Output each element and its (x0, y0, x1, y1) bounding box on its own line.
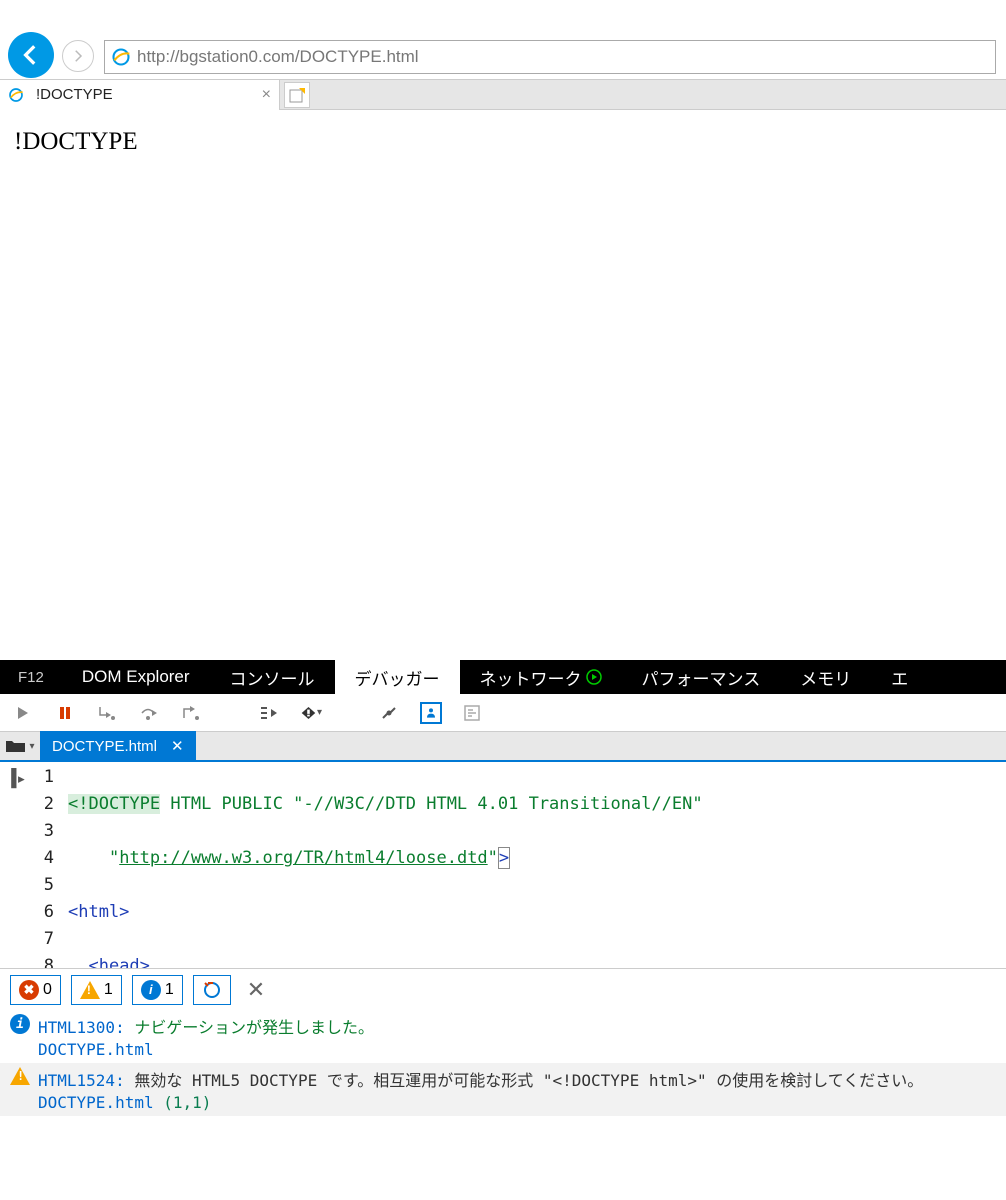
tab-debugger[interactable]: デバッガー (335, 660, 460, 694)
debugger-toolbar: ▾ (0, 694, 1006, 732)
msg-text: ナビゲーションが発生しました。 (134, 1018, 374, 1037)
new-tab-icon (288, 86, 306, 104)
arrow-right-icon (69, 47, 87, 65)
code-token: http://www.w3.org/TR/html4/loose.dtd (119, 848, 487, 868)
url-text: http://bgstation0.com/DOCTYPE.html (137, 47, 419, 67)
new-tab-button[interactable] (284, 82, 310, 108)
warnings-filter[interactable]: 1 (71, 975, 122, 1005)
f12-label: F12 (0, 660, 62, 694)
back-button[interactable] (8, 32, 54, 78)
console-message[interactable]: i HTML1300: ナビゲーションが発生しました。 DOCTYPE.html (0, 1010, 1006, 1063)
tab-performance[interactable]: パフォーマンス (622, 660, 781, 694)
warning-icon (80, 981, 100, 999)
ie-icon (8, 87, 24, 103)
exception-behavior-button[interactable]: ▾ (300, 702, 322, 724)
line-num: 4 (32, 845, 54, 872)
msg-file-line[interactable]: DOCTYPE.html (1,1) (38, 1093, 996, 1112)
breakpoint-gutter[interactable]: ▐▸ (0, 762, 32, 968)
info-icon: i (141, 980, 161, 1000)
refresh-x-icon (202, 980, 222, 1000)
devtools-panel: F12 DOM Explorer コンソール デバッガー ネットワーク パフォー… (0, 660, 1006, 1200)
msg-loc: (1,1) (163, 1093, 211, 1112)
browser-nav: http://bgstation0.com/DOCTYPE.html (0, 0, 1006, 80)
msg-file: DOCTYPE.html (38, 1093, 154, 1112)
line-num: 3 (32, 818, 54, 845)
code-token: " (109, 848, 119, 868)
code-token: <!DOCTYPE (68, 794, 160, 814)
continue-button[interactable] (12, 702, 34, 724)
code-token: <html> (68, 902, 129, 922)
tab-title: !DOCTYPE (36, 86, 113, 103)
warning-icon (10, 1067, 30, 1085)
msg-code: HTML1300: (38, 1018, 125, 1037)
console-message[interactable]: HTML1524: 無効な HTML5 DOCTYPE です。相互運用が可能な形… (0, 1063, 1006, 1116)
step-out-button[interactable] (180, 702, 202, 724)
errors-count: 0 (43, 981, 52, 999)
code-lines: <!DOCTYPE HTML PUBLIC "-//W3C//DTD HTML … (60, 762, 703, 968)
line-num: 1 (32, 764, 54, 791)
step-over-button[interactable] (138, 702, 160, 724)
msg-code: HTML1524: (38, 1071, 125, 1090)
devtools-tabs: F12 DOM Explorer コンソール デバッガー ネットワーク パフォー… (0, 660, 1006, 694)
forward-button (62, 40, 94, 72)
ie-icon (111, 47, 131, 67)
warnings-count: 1 (104, 981, 113, 999)
clear-on-navigate-button[interactable] (193, 975, 231, 1005)
tab-network-label: ネットワーク (480, 665, 582, 690)
info-icon: i (10, 1014, 30, 1034)
file-tab-label: DOCTYPE.html (52, 738, 157, 755)
line-num: 7 (32, 926, 54, 953)
msg-file[interactable]: DOCTYPE.html (38, 1040, 996, 1059)
console-messages: i HTML1300: ナビゲーションが発生しました。 DOCTYPE.html… (0, 1010, 1006, 1116)
pause-button[interactable] (54, 702, 76, 724)
tab-memory[interactable]: メモリ (780, 660, 871, 694)
errors-filter[interactable]: ✖ 0 (10, 975, 61, 1005)
code-token: " (488, 848, 498, 868)
code-token: HTML PUBLIC "-//W3C//DTD HTML 4.01 Trans… (160, 794, 702, 814)
info-count: 1 (165, 981, 174, 999)
console-filter-bar: ✖ 0 1 i 1 ✕ (0, 968, 1006, 1010)
close-tab-button[interactable]: × (262, 86, 271, 104)
url-bar[interactable]: http://bgstation0.com/DOCTYPE.html (104, 40, 996, 74)
line-num: 2 (32, 791, 54, 818)
file-tab-close[interactable]: ✕ (171, 737, 184, 755)
file-tabs: ▾ DOCTYPE.html ✕ (0, 732, 1006, 762)
code-token: > (498, 847, 510, 869)
tab-dom-explorer[interactable]: DOM Explorer (62, 660, 210, 694)
folder-icon (5, 738, 27, 754)
tab-more[interactable]: エ (871, 660, 928, 694)
browser-tab[interactable]: !DOCTYPE × (0, 80, 280, 110)
msg-text: 無効な HTML5 DOCTYPE です。相互運用が可能な形式 "<!DOCTY… (134, 1071, 923, 1090)
page-heading: !DOCTYPE (14, 128, 138, 155)
line-num: 6 (32, 899, 54, 926)
line-num: 5 (32, 872, 54, 899)
arrow-left-icon (18, 42, 44, 68)
file-tab-active[interactable]: DOCTYPE.html ✕ (40, 731, 196, 761)
code-editor[interactable]: ▐▸ 1 2 3 4 5 6 7 8 <!DOCTYPE HTML PUBLIC… (0, 762, 1006, 968)
disconnect-button[interactable] (378, 702, 400, 724)
clear-console-button[interactable]: ✕ (247, 977, 265, 1003)
info-filter[interactable]: i 1 (132, 975, 183, 1005)
bookmark-icon: ▐▸ (6, 766, 32, 793)
line-numbers: 1 2 3 4 5 6 7 8 (32, 762, 60, 968)
pretty-print-button[interactable] (462, 702, 484, 724)
line-num: 8 (32, 953, 54, 968)
step-in-button[interactable] (96, 702, 118, 724)
page-body: !DOCTYPE (0, 110, 1006, 174)
code-token: <head> (88, 956, 149, 968)
play-circle-icon (586, 669, 602, 685)
error-icon: ✖ (19, 980, 39, 1000)
tab-console[interactable]: コンソール (210, 660, 335, 694)
tab-strip: !DOCTYPE × (0, 80, 1006, 110)
break-new-worker-button[interactable] (258, 702, 280, 724)
tab-network[interactable]: ネットワーク (460, 660, 622, 694)
just-my-code-button[interactable] (420, 702, 442, 724)
folder-button[interactable]: ▾ (0, 732, 40, 760)
